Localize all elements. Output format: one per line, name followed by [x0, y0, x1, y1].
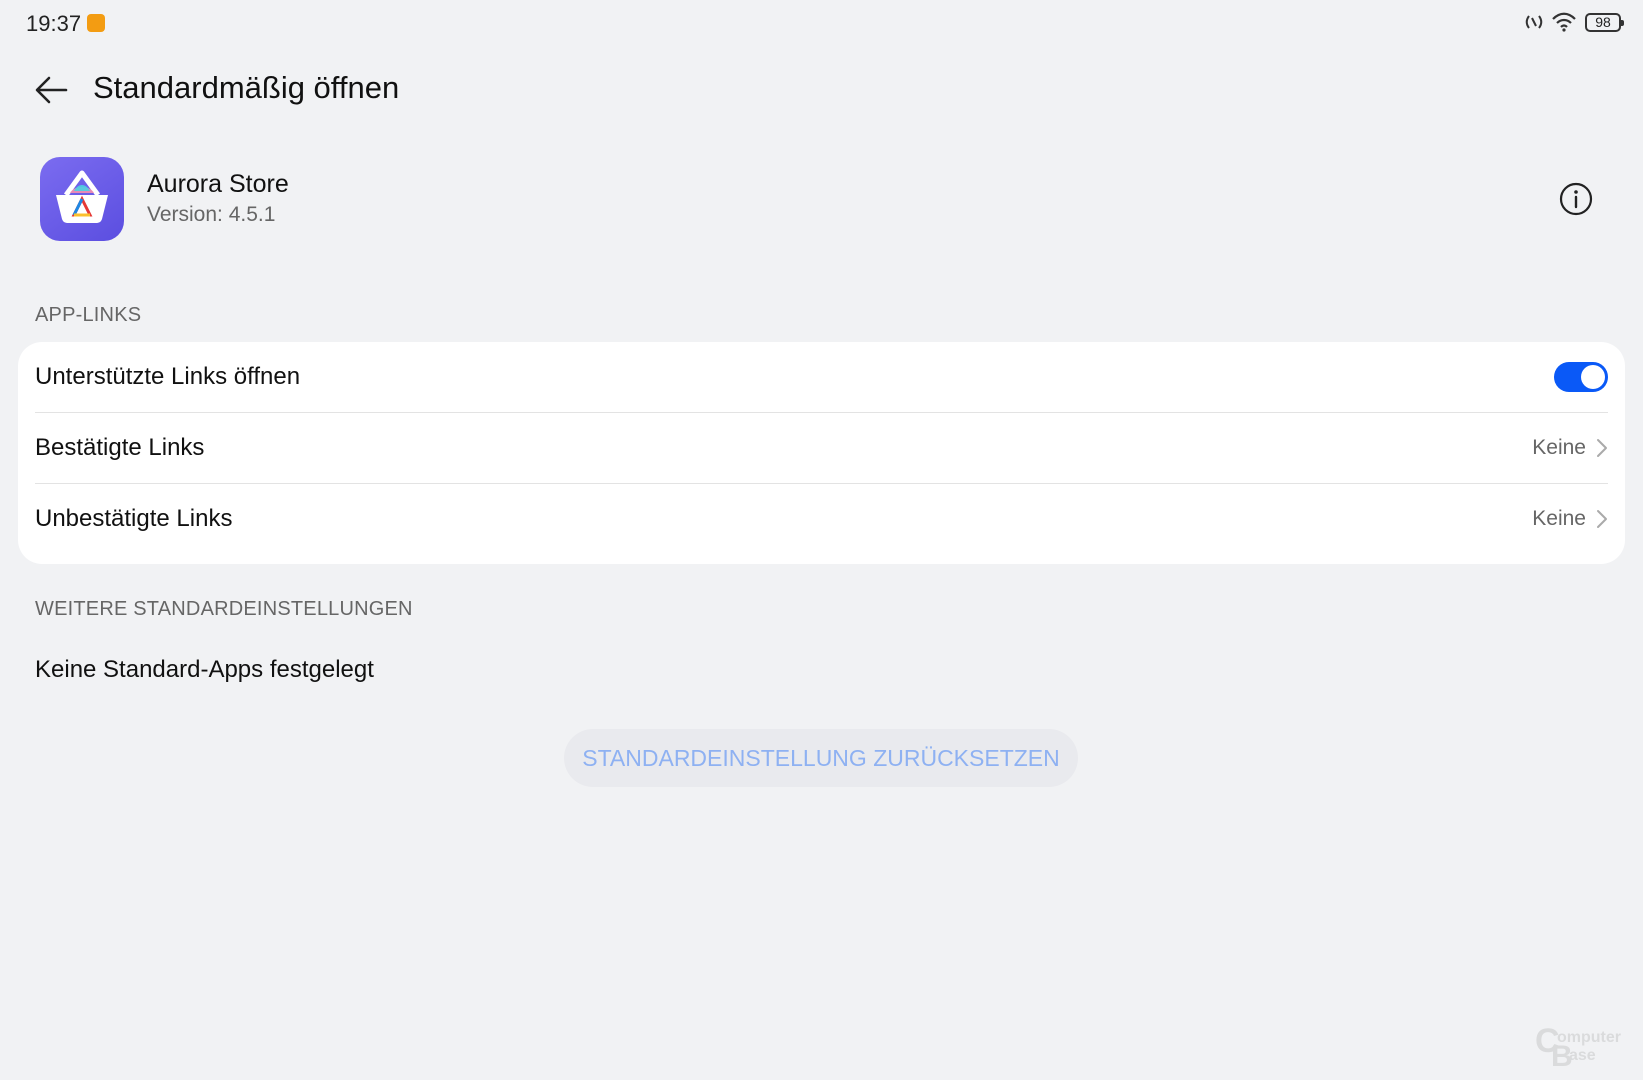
- svg-text:ase: ase: [1569, 1047, 1596, 1064]
- unverified-links-value: Keine: [1532, 507, 1586, 530]
- open-supported-links-toggle[interactable]: [1554, 362, 1608, 392]
- arrow-left-icon: [35, 76, 68, 104]
- app-links-card: Unterstützte Links öffnen Bestätigte Lin…: [18, 342, 1625, 564]
- open-supported-links-label: Unterstützte Links öffnen: [35, 363, 301, 390]
- no-default-apps-text: Keine Standard-Apps festgelegt: [35, 656, 374, 683]
- nfc-icon: [1525, 15, 1543, 29]
- reset-defaults-label: STANDARDEINSTELLUNG ZURÜCKSETZEN: [582, 744, 1060, 771]
- open-supported-links-row[interactable]: Unterstützte Links öffnen: [35, 342, 1608, 412]
- section-label-more-defaults: WEITERE STANDARDEINSTELLUNGEN: [35, 598, 413, 620]
- basket-icon: [56, 170, 108, 223]
- unverified-links-label: Unbestätigte Links: [35, 505, 233, 532]
- wifi-icon: [1552, 12, 1576, 32]
- reset-defaults-button[interactable]: STANDARDEINSTELLUNG ZURÜCKSETZEN: [564, 729, 1078, 787]
- computerbase-watermark-logo: C omputer B ase: [1535, 1022, 1621, 1072]
- app-info-button[interactable]: [1559, 182, 1593, 216]
- notification-icon: [87, 14, 105, 32]
- page-title: Standardmäßig öffnen: [93, 70, 400, 105]
- verified-links-label: Bestätigte Links: [35, 434, 205, 461]
- battery-level: 98: [1595, 13, 1611, 30]
- section-label-app-links: APP-LINKS: [35, 304, 142, 326]
- app-icon: [40, 157, 124, 241]
- back-button[interactable]: [30, 68, 74, 112]
- chevron-right-icon: [1597, 510, 1607, 528]
- battery-indicator: 98: [1585, 12, 1624, 32]
- chevron-right-icon: [1597, 439, 1607, 457]
- app-version: Version: 4.5.1: [147, 203, 276, 226]
- toggle-knob: [1581, 365, 1605, 389]
- info-icon: [1559, 182, 1593, 216]
- status-bar: 19:37 98: [0, 0, 1643, 48]
- verified-links-row[interactable]: Bestätigte Links Keine: [35, 413, 1608, 483]
- status-icons: 98: [1525, 12, 1624, 32]
- status-time: 19:37: [26, 11, 82, 36]
- unverified-links-row[interactable]: Unbestätigte Links Keine: [35, 484, 1608, 554]
- app-name: Aurora Store: [147, 170, 289, 198]
- verified-links-value: Keine: [1532, 436, 1586, 459]
- unverified-links-value-group: Keine: [1532, 507, 1608, 531]
- verified-links-value-group: Keine: [1532, 436, 1608, 460]
